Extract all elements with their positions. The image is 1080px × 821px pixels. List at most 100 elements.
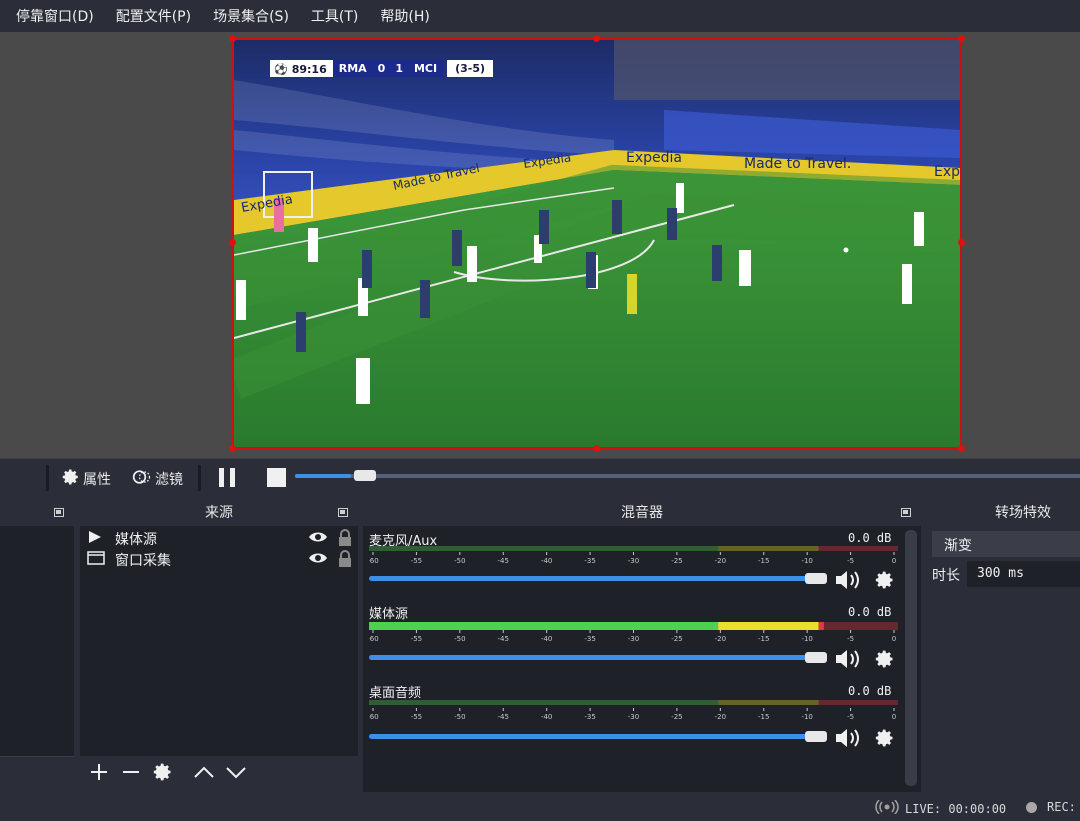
transitions-dock-title: 转场特效 [926,500,1080,526]
mixer-scrollbar[interactable] [905,530,917,786]
channel-db: 0.0 dB [848,684,892,698]
volume-handle[interactable] [805,731,827,742]
live-timer: LIVE: 00:00:00 [905,801,1007,816]
transition-select[interactable]: 渐变 [932,531,1080,557]
meter-tick-label: -25 [671,557,682,565]
source-item[interactable]: 窗口采集 [80,548,358,569]
meter-tick-label: -60 [369,635,379,643]
remove-source-icon[interactable] [121,762,141,787]
video-frame: Expedia Made to Travel Expedia Expedia M… [234,40,960,447]
sources-title: 来源 [205,505,233,521]
home-team: RMA [332,60,373,77]
menu-help[interactable]: 帮助(H) [380,6,429,26]
channel-name: 桌面音频 [369,686,422,701]
meter-tick-label: 0 [892,713,896,721]
meter-tick-label: -35 [584,713,595,721]
resize-handle-l[interactable] [229,239,236,246]
clock-text: 89:16 [291,62,327,76]
menu-dock[interactable]: 停靠窗口(D) [16,6,94,26]
float-icon[interactable] [54,508,64,517]
meter-tick-label: 0 [892,557,896,565]
lock-icon[interactable] [338,550,352,571]
float-icon[interactable] [338,508,348,517]
sources-dock-title: 来源 [80,500,358,526]
resize-handle-tr[interactable] [958,35,965,42]
duration-input[interactable]: 300 ms [967,561,1080,587]
meter-tick-label: -55 [411,713,422,721]
away-score: 1 [390,60,408,77]
resize-handle-tl[interactable] [229,35,236,42]
menu-bar: 停靠窗口(D) 配置文件(P) 场景集合(S) 工具(T) 帮助(H) [0,0,1080,32]
rec-status: REC: [1026,800,1076,814]
move-down-icon[interactable] [225,762,247,787]
resize-handle-br[interactable] [958,445,965,452]
move-up-icon[interactable] [193,762,215,787]
ad-text-4: Expedia [626,150,682,166]
volume-slider[interactable] [369,655,809,660]
channel-db: 0.0 dB [848,531,892,545]
resize-handle-t[interactable] [593,35,600,42]
speaker-icon[interactable] [834,648,862,674]
ball [843,247,849,253]
meter-tick-label: -30 [628,635,639,643]
filters-button[interactable]: 滤镜 [132,468,183,490]
menu-tools[interactable]: 工具(T) [311,6,358,26]
source-settings-gear-icon[interactable] [153,762,173,787]
resize-handle-b[interactable] [593,445,600,452]
meter-zone [369,546,719,551]
meter-tick-label: -20 [715,713,726,721]
menu-profile[interactable]: 配置文件(P) [116,6,191,26]
volume-handle[interactable] [805,573,827,584]
channel-gear-icon[interactable] [875,570,895,594]
video-preview[interactable]: Expedia Made to Travel Expedia Expedia M… [232,38,962,449]
volume-meter [369,700,898,705]
float-icon[interactable] [901,508,911,517]
toolbar-separator [46,465,49,491]
source-list[interactable]: 媒体源 窗口采集 [80,526,358,756]
toolbar-separator [198,465,201,491]
meter-level [818,622,824,630]
broadcast-icon [875,799,899,817]
record-dot-icon [1026,801,1037,813]
eye-icon[interactable] [308,530,328,548]
meter-tick-label: -45 [498,713,509,721]
add-source-icon[interactable] [89,762,109,787]
channel-gear-icon[interactable] [875,649,895,673]
volume-slider[interactable] [369,734,809,739]
meter-tick-label: -50 [454,635,465,643]
meter-tick-label: -35 [584,557,595,565]
status-bar: LIVE: 00:00:00 REC: [0,792,1080,821]
volume-slider[interactable] [369,576,809,581]
source-toolbar [80,756,358,792]
speaker-icon[interactable] [834,727,862,753]
meter-tick-label: -15 [758,635,769,643]
menu-scene-collection[interactable]: 场景集合(S) [213,6,289,26]
channel-gear-icon[interactable] [875,728,895,752]
pause-button[interactable] [215,468,240,487]
stop-button[interactable] [267,468,286,487]
pause-icon-bar [230,468,235,487]
meter-ticks: -60-55-50-45-40-35-30-25-20-15-10-50 [369,552,896,565]
properties-button[interactable]: 属性 [62,468,111,490]
eye-icon[interactable] [308,551,328,569]
lock-icon[interactable] [338,529,352,550]
resize-handle-r[interactable] [958,239,965,246]
meter-tick-label: -50 [454,557,465,565]
meter-tick-label: -10 [801,557,812,565]
source-item[interactable]: 媒体源 [80,527,358,548]
meter-tick-label: -5 [847,713,854,721]
meter-level [718,622,819,630]
meter-tick-label: -35 [584,635,595,643]
seek-handle[interactable] [354,470,376,481]
scene-list[interactable] [0,526,74,756]
volume-handle[interactable] [805,652,827,663]
speaker-icon[interactable] [834,569,862,595]
source-label: 媒体源 [115,532,157,548]
mixer-dock-title: 混音器 [363,500,921,526]
volume-meter [369,546,898,551]
meter-tick-label: -15 [758,713,769,721]
meter-tick-label: -15 [758,557,769,565]
seek-slider[interactable] [295,474,1080,478]
meter-tick-label: -45 [498,557,509,565]
resize-handle-bl[interactable] [229,445,236,452]
